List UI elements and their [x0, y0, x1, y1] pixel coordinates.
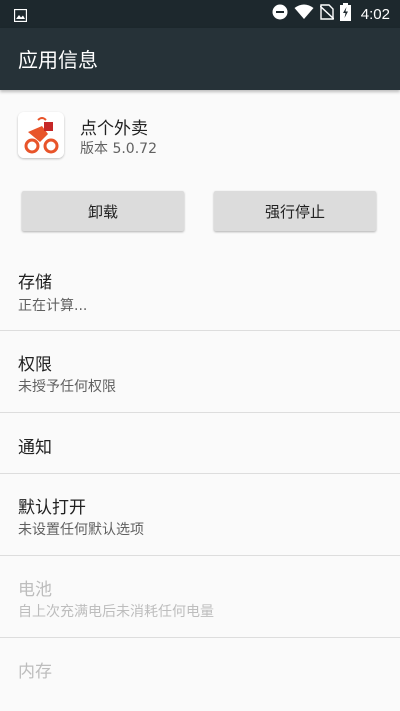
open-by-default-item[interactable]: 默认打开 未设置任何默认选项: [0, 474, 400, 555]
image-icon: [13, 7, 28, 23]
storage-item[interactable]: 存储 正在计算...: [0, 250, 400, 330]
force-stop-button[interactable]: 强行停止: [214, 191, 376, 231]
app-header: 点个外卖 版本 5.0.72: [0, 90, 400, 180]
memory-title: 内存: [18, 662, 52, 682]
battery-subtitle: 自上次充满电后未消耗任何电量: [18, 604, 214, 620]
status-bar: 4:02: [0, 0, 400, 28]
uninstall-button[interactable]: 卸载: [22, 191, 184, 231]
permissions-subtitle: 未授予任何权限: [18, 379, 116, 395]
wifi-icon: [294, 4, 314, 24]
app-bar: 应用信息: [0, 28, 400, 90]
open-by-default-subtitle: 未设置任何默认选项: [18, 522, 144, 538]
permissions-title: 权限: [18, 355, 52, 375]
page-title: 应用信息: [18, 48, 98, 72]
permissions-item[interactable]: 权限 未授予任何权限: [0, 331, 400, 412]
app-version: 版本 5.0.72: [80, 141, 157, 157]
storage-subtitle: 正在计算...: [18, 298, 88, 314]
memory-item: 内存: [0, 638, 400, 711]
battery-item: 电池 自上次充满电后未消耗任何电量: [0, 556, 400, 637]
app-icon: [18, 112, 64, 158]
status-time: 4:02: [360, 5, 390, 23]
open-by-default-title: 默认打开: [18, 498, 86, 518]
app-name: 点个外卖: [80, 119, 148, 139]
do-not-disturb-icon: [272, 4, 288, 24]
battery-charging-icon: [339, 3, 351, 25]
battery-title: 电池: [18, 580, 52, 600]
notifications-item[interactable]: 通知: [0, 413, 400, 473]
no-sim-icon: [319, 4, 335, 24]
storage-title: 存储: [18, 273, 52, 293]
notifications-title: 通知: [18, 438, 52, 458]
